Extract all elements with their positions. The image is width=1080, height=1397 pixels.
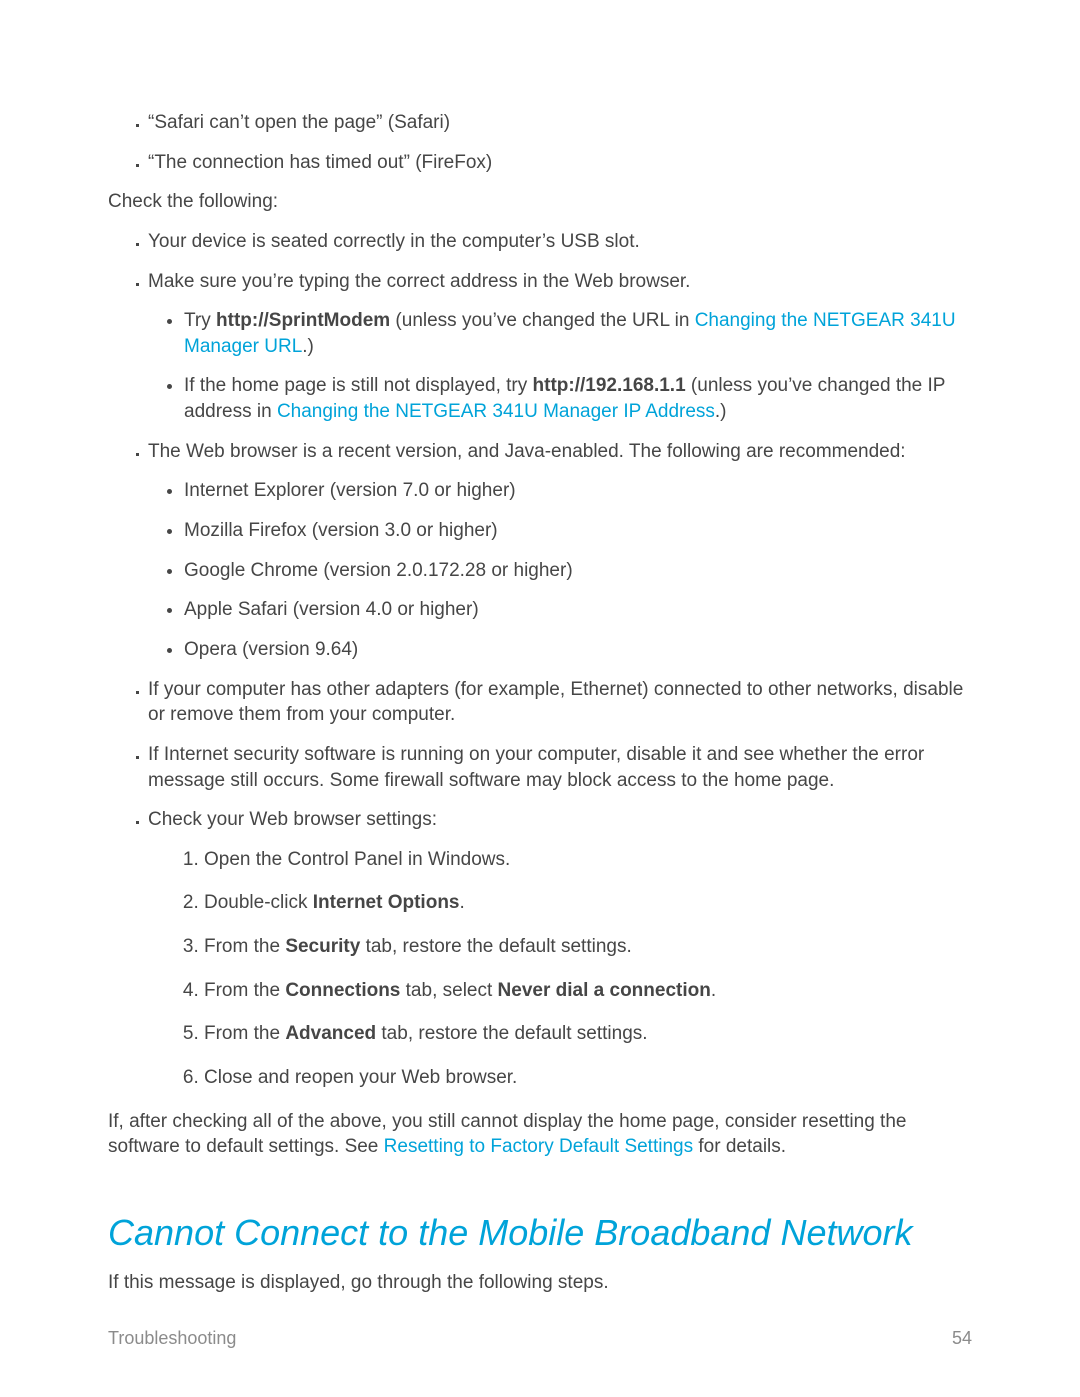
error-msg-firefox: “The connection has timed out” (FireFox) xyxy=(148,150,972,176)
footer-page-number: 54 xyxy=(952,1328,972,1349)
browser-firefox: Mozilla Firefox (version 3.0 or higher) xyxy=(184,518,972,544)
check-intro: Check the following: xyxy=(108,189,972,215)
section-heading-cannot-connect: Cannot Connect to the Mobile Broadband N… xyxy=(108,1212,972,1254)
bold: Internet Options xyxy=(313,892,460,913)
check-device-seated: Your device is seated correctly in the c… xyxy=(148,229,972,255)
text: . xyxy=(711,980,716,1001)
try-ip: If the home page is still not displayed,… xyxy=(184,373,972,424)
document-page: “Safari can’t open the page” (Safari) “T… xyxy=(0,0,1080,1397)
check-security-software: If Internet security software is running… xyxy=(148,742,972,793)
check-address-sublist: Try http://SprintModem (unless you’ve ch… xyxy=(148,308,972,425)
text: for details. xyxy=(693,1136,786,1157)
browser-safari: Apple Safari (version 4.0 or higher) xyxy=(184,597,972,623)
check-adapters: If your computer has other adapters (for… xyxy=(148,677,972,728)
bold: Advanced xyxy=(285,1023,376,1044)
step-security-tab: From the Security tab, restore the defau… xyxy=(204,934,972,960)
page-footer: Troubleshooting 54 xyxy=(108,1328,972,1349)
text: From the xyxy=(204,936,285,957)
final-paragraph: If, after checking all of the above, you… xyxy=(108,1109,972,1160)
text: Try xyxy=(184,310,216,331)
text: tab, select xyxy=(400,980,497,1001)
text: From the xyxy=(204,1023,285,1044)
browser-ie: Internet Explorer (version 7.0 or higher… xyxy=(184,478,972,504)
footer-section-name: Troubleshooting xyxy=(108,1328,236,1349)
bold: Security xyxy=(285,936,360,957)
bold: Never dial a connection xyxy=(498,980,711,1001)
step-connections-tab: From the Connections tab, select Never d… xyxy=(204,978,972,1004)
text: (unless you’ve changed the URL in xyxy=(390,310,695,331)
text: .) xyxy=(302,336,314,357)
error-message-list: “Safari can’t open the page” (Safari) “T… xyxy=(108,110,972,175)
error-msg-safari: “Safari can’t open the page” (Safari) xyxy=(148,110,972,136)
section-intro: If this message is displayed, go through… xyxy=(108,1270,972,1296)
bold: Connections xyxy=(285,980,400,1001)
step-internet-options: Double-click Internet Options. xyxy=(204,890,972,916)
text: .) xyxy=(715,401,727,422)
browser-chrome: Google Chrome (version 2.0.172.28 or hig… xyxy=(184,558,972,584)
link-factory-reset[interactable]: Resetting to Factory Default Settings xyxy=(384,1136,693,1157)
step-advanced-tab: From the Advanced tab, restore the defau… xyxy=(204,1021,972,1047)
check-address-text: Make sure you’re typing the correct addr… xyxy=(148,271,690,292)
url-bold: http://192.168.1.1 xyxy=(533,375,686,396)
browser-opera: Opera (version 9.64) xyxy=(184,637,972,663)
step-close-reopen: Close and reopen your Web browser. xyxy=(204,1065,972,1091)
check-address: Make sure you’re typing the correct addr… xyxy=(148,269,972,425)
browser-list: Internet Explorer (version 7.0 or higher… xyxy=(148,478,972,662)
check-browser-version: The Web browser is a recent version, and… xyxy=(148,439,972,663)
step-open-control-panel: Open the Control Panel in Windows. xyxy=(204,847,972,873)
url-bold: http://SprintModem xyxy=(216,310,390,331)
text: . xyxy=(460,892,465,913)
check-browser-text: The Web browser is a recent version, and… xyxy=(148,441,906,462)
check-browser-settings-text: Check your Web browser settings: xyxy=(148,809,437,830)
text: From the xyxy=(204,980,285,1001)
text: Double-click xyxy=(204,892,313,913)
link-change-ip[interactable]: Changing the NETGEAR 341U Manager IP Add… xyxy=(277,401,715,422)
text: tab, restore the default settings. xyxy=(360,936,631,957)
troubleshoot-list: Your device is seated correctly in the c… xyxy=(108,229,972,1091)
settings-steps: Open the Control Panel in Windows. Doubl… xyxy=(148,847,972,1091)
try-sprintmodem: Try http://SprintModem (unless you’ve ch… xyxy=(184,308,972,359)
text: tab, restore the default settings. xyxy=(376,1023,647,1044)
text: If the home page is still not displayed,… xyxy=(184,375,533,396)
check-browser-settings: Check your Web browser settings: Open th… xyxy=(148,807,972,1090)
